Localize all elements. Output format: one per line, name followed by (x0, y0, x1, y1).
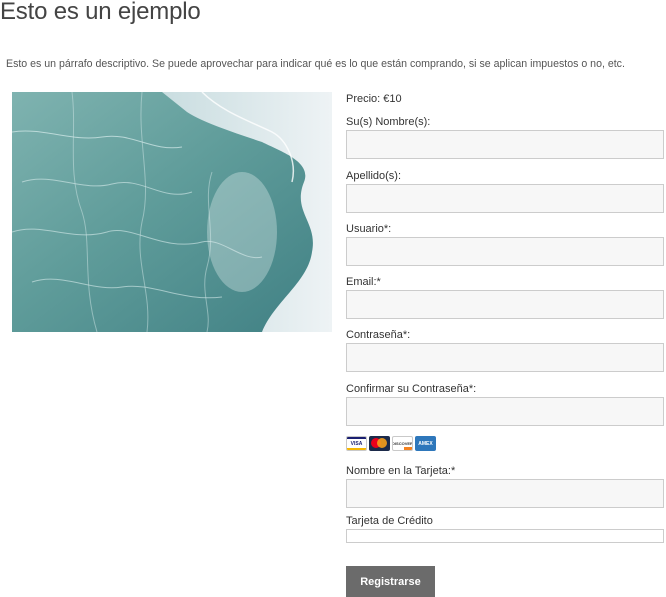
product-image (12, 92, 332, 332)
frozen-landscape-aerial-photo (12, 92, 332, 332)
page-description: Esto es un párrafo descriptivo. Se puede… (6, 58, 625, 70)
last-name-label: Apellido(s): (346, 170, 402, 182)
product-price: Precio: €10 (346, 93, 402, 105)
accepted-cards: VISA DISCOVER AMEX (346, 436, 436, 451)
credit-card-input[interactable] (346, 529, 664, 543)
first-name-input[interactable] (346, 130, 664, 159)
card-name-label: Nombre en la Tarjeta:* (346, 465, 456, 477)
page-title: Esto es un ejemplo (0, 0, 201, 25)
username-label: Usuario*: (346, 223, 392, 235)
amex-card-icon: AMEX (415, 436, 436, 451)
last-name-input[interactable] (346, 184, 664, 213)
password-label: Contraseña*: (346, 329, 411, 341)
register-button[interactable]: Registrarse (346, 566, 435, 597)
confirm-password-label: Confirmar su Contraseña*: (346, 383, 477, 395)
password-input[interactable] (346, 343, 664, 372)
mastercard-icon (369, 436, 390, 451)
card-name-input[interactable] (346, 479, 664, 508)
email-input[interactable] (346, 290, 664, 319)
confirm-password-input[interactable] (346, 397, 664, 426)
first-name-label: Su(s) Nombre(s): (346, 116, 431, 128)
discover-card-icon: DISCOVER (392, 436, 413, 451)
visa-card-icon: VISA (346, 436, 367, 451)
credit-card-label: Tarjeta de Crédito (346, 515, 433, 527)
registration-page: Esto es un ejemplo Esto es un párrafo de… (0, 0, 666, 597)
email-label: Email:* (346, 276, 381, 288)
username-input[interactable] (346, 237, 664, 266)
